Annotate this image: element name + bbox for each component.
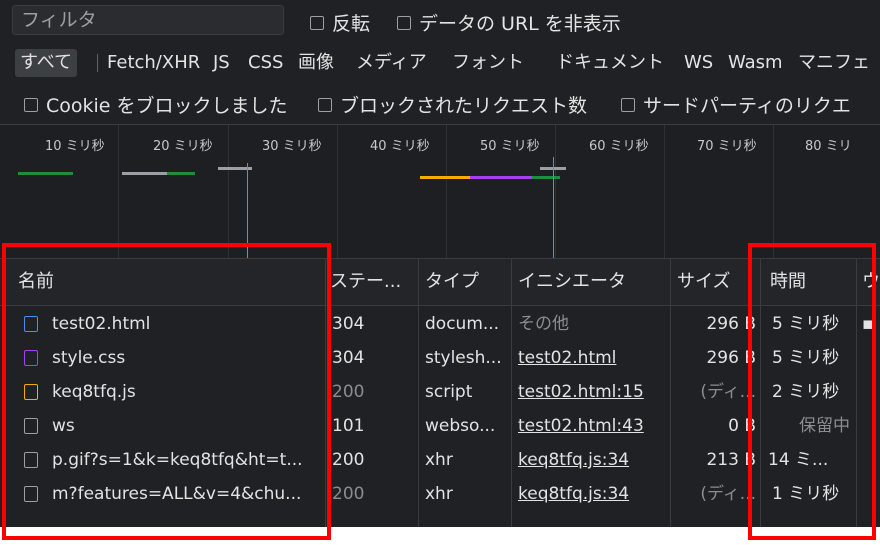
request-bar [122,172,167,175]
request-status: 304 [332,314,365,334]
request-status: 101 [332,416,365,436]
name-column-highlight [2,243,331,540]
request-initiator: その他 [518,314,569,334]
third-party-checkbox[interactable]: サードパーティのリクエ [621,91,851,118]
checkbox-icon [621,97,635,112]
request-size: (ディ... [700,382,756,402]
type-filter-all[interactable]: すべて [15,49,78,77]
timeline-label-80ms: 80 ミリ [805,139,852,154]
blocked-cookies-label: Cookie をブロックしました [46,95,288,117]
gridline [555,125,556,259]
resource-type-filters: すべて Fetch/XHR JS CSS 画像 メディア フォント ドキュメント… [0,44,880,80]
gridline [228,125,229,259]
divider [97,54,98,72]
request-size: (ディ... [700,484,756,504]
checkbox-icon [310,15,324,30]
dom-content-loaded-line [553,157,554,259]
request-size: 296 B [706,314,756,334]
blocked-requests-checkbox[interactable]: ブロックされたリクエスト数 [318,91,587,118]
checkbox-icon [24,97,38,112]
timeline-label-30ms: 30 ミリ秒 [262,139,322,154]
request-bar [18,172,73,175]
request-initiator-link[interactable]: keq8tfq.js:34 [518,443,666,477]
blocked-requests-label: ブロックされたリクエスト数 [340,95,588,117]
request-size: 296 B [706,348,756,368]
gridline [118,125,119,259]
type-filter-ws[interactable]: WS [684,49,713,77]
gridline [773,125,774,259]
hide-data-urls-label: データの URL を非表示 [419,13,621,35]
request-initiator-link[interactable]: test02.html:43 [518,409,666,443]
request-type: stylesh... [425,348,502,368]
request-bar [532,176,560,179]
column-header-size[interactable]: サイズ [677,259,753,305]
request-type: webso... [425,416,496,436]
timeline-label-50ms: 50 ミリ秒 [480,139,540,154]
column-header-type[interactable]: タイプ [425,259,505,305]
type-filter-manifest[interactable]: マニフェ [798,49,870,77]
hide-data-urls-checkbox[interactable]: データの URL を非表示 [397,9,621,36]
request-initiator-link[interactable]: test02.html [518,341,666,375]
timeline-label-70ms: 70 ミリ秒 [697,139,757,154]
type-filter-fetch-xhr[interactable]: Fetch/XHR [107,49,200,77]
request-size: 0 B [728,416,756,436]
timeline-label-10ms: 10 ミリ秒 [45,139,105,154]
third-party-label: サードパーティのリクエ [643,95,851,117]
request-type: xhr [425,450,453,470]
timeline-label-40ms: 40 ミリ秒 [370,139,430,154]
request-status: 200 [332,382,365,402]
timeline-label-20ms: 20 ミリ秒 [153,139,213,154]
request-size: 213 B [706,450,756,470]
checkbox-icon [397,15,411,30]
blocked-filters: Cookie をブロックしました ブロックされたリクエスト数 サードパーティのリ… [0,82,880,120]
type-filter-js[interactable]: JS [213,49,230,77]
request-bar [470,176,532,179]
checkbox-icon [318,97,332,112]
type-filter-font[interactable]: フォント [452,49,524,77]
request-bar [167,172,195,175]
gridline [446,125,447,259]
time-column-highlight [748,243,876,540]
request-status: 200 [332,484,365,504]
timeline-label-60ms: 60 ミリ秒 [589,139,649,154]
invert-label: 反転 [332,13,371,35]
request-type: script [425,382,473,402]
request-status: 304 [332,348,365,368]
type-filter-document[interactable]: ドキュメント [556,49,664,77]
request-bar [420,176,470,179]
invert-checkbox[interactable]: 反転 [310,9,370,36]
blocked-cookies-checkbox[interactable]: Cookie をブロックしました [24,91,288,118]
gridline [664,125,665,259]
gridline [337,125,338,259]
type-filter-css[interactable]: CSS [248,49,283,77]
request-type: docum... [425,314,500,334]
type-filter-media[interactable]: メディア [356,49,427,77]
filter-toolbar: 反転 データの URL を非表示 [0,0,880,42]
column-header-status[interactable]: ステー... [330,259,412,305]
overview-timeline[interactable]: 10 ミリ秒 20 ミリ秒 30 ミリ秒 40 ミリ秒 50 ミリ秒 60 ミリ… [0,124,880,259]
filter-input[interactable] [12,5,284,35]
request-initiator-link[interactable]: test02.html:15 [518,375,666,409]
type-filter-image[interactable]: 画像 [298,49,334,77]
request-type: xhr [425,484,453,504]
request-initiator-link[interactable]: keq8tfq.js:34 [518,477,666,511]
type-filter-wasm[interactable]: Wasm [728,49,783,77]
column-header-initiator[interactable]: イニシエータ [518,259,668,305]
request-status: 200 [332,450,365,470]
